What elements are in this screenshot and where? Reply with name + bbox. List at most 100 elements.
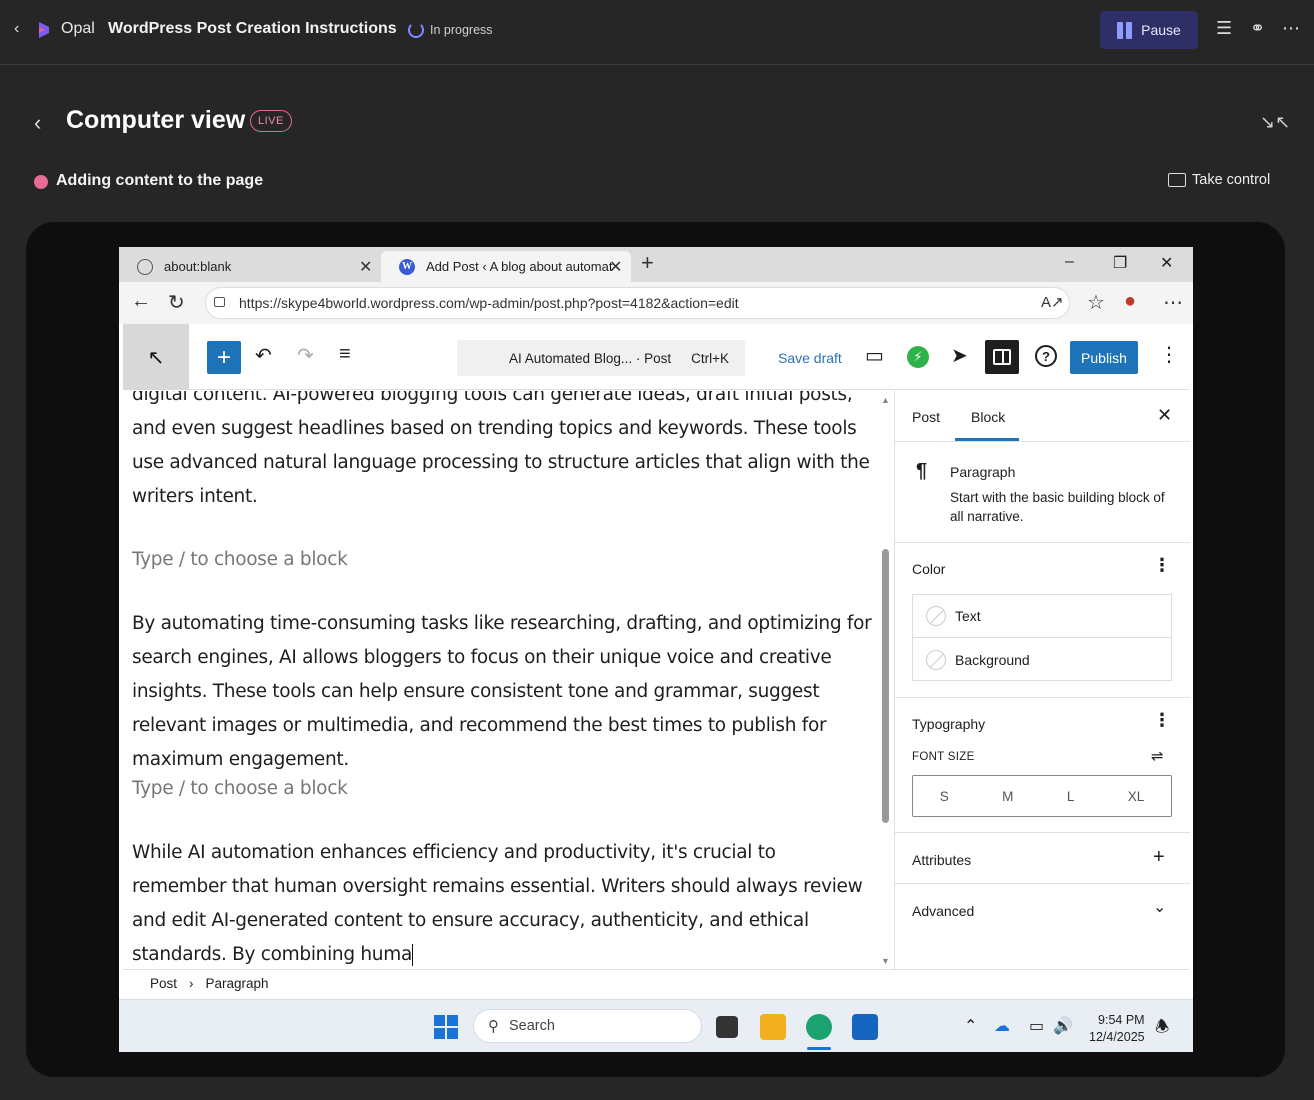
chevron-down-icon[interactable]: ⌄ <box>1153 897 1166 917</box>
paragraph-block[interactable]: digital content. AI-powered blogging too… <box>132 391 872 514</box>
minimize-icon[interactable]: – <box>1065 253 1074 271</box>
typography-section-title[interactable]: Typography <box>912 716 985 732</box>
color-options-icon[interactable]: ⋮ <box>1153 555 1171 576</box>
lock-icon <box>214 297 225 307</box>
read-aloud-icon[interactable]: A↗ <box>1041 293 1064 311</box>
remote-screen[interactable]: about:blank ✕ W Add Post ‹ A blog about … <box>119 247 1193 1052</box>
computer-view-back-icon[interactable]: ‹ <box>34 110 41 136</box>
onedrive-icon[interactable]: ☁ <box>994 1016 1010 1036</box>
new-tab-icon[interactable]: + <box>641 250 654 276</box>
more-options-icon[interactable]: ⋯ <box>1282 18 1300 39</box>
add-block-button[interactable]: + <box>207 341 241 374</box>
progress-spinner-icon <box>408 22 424 38</box>
show-hidden-icon[interactable]: ⌃ <box>964 1016 977 1036</box>
edge-browser-icon[interactable] <box>806 1014 832 1040</box>
text-caret <box>412 944 413 966</box>
scrollbar-thumb[interactable] <box>882 549 889 823</box>
tab-block[interactable]: Block <box>971 409 1005 425</box>
redo-icon[interactable]: ↷ <box>297 343 314 368</box>
scroll-up-icon[interactable]: ▲ <box>881 395 890 405</box>
collapse-icon[interactable]: ↘↖ <box>1260 112 1290 133</box>
font-size-option[interactable]: XL <box>1128 789 1145 804</box>
background-color-option[interactable]: Background <box>913 638 1171 681</box>
settings-sidebar-toggle[interactable] <box>985 340 1019 374</box>
breadcrumb-item[interactable]: Post <box>150 976 177 991</box>
advanced-section-title[interactable]: Advanced <box>912 903 974 919</box>
restore-icon[interactable]: ❐ <box>1113 253 1127 273</box>
profile-icon[interactable]: ● <box>1124 290 1136 313</box>
favorites-icon[interactable]: ☆ <box>1087 290 1105 315</box>
save-draft-button[interactable]: Save draft <box>778 350 842 366</box>
custom-size-icon[interactable]: ⇌ <box>1151 747 1164 765</box>
color-section-title[interactable]: Color <box>912 561 945 577</box>
divider <box>895 832 1190 833</box>
editor-canvas[interactable]: digital content. AI-powered blogging too… <box>123 391 891 969</box>
send-icon[interactable]: ➤ <box>951 343 968 368</box>
scroll-down-icon[interactable]: ▼ <box>881 956 890 966</box>
preview-icon[interactable]: ▭ <box>865 343 884 368</box>
editor-toolbar: ↖ + ↶ ↷ ≡ AI Automated Blog... · Post Ct… <box>123 324 1189 390</box>
active-app-indicator <box>807 1047 831 1050</box>
app-name: Opal <box>61 20 95 37</box>
divider <box>895 697 1190 698</box>
clock-date: 12/4/2025 <box>1089 1030 1145 1044</box>
paragraph-text: While AI automation enhances efficiency … <box>132 842 863 965</box>
typography-options-icon[interactable]: ⋮ <box>1153 710 1171 731</box>
volume-icon[interactable]: 🔊 <box>1053 1016 1073 1036</box>
command-palette-bar[interactable]: AI Automated Blog... · Post Ctrl+K <box>457 340 745 376</box>
notifications-icon[interactable]: 🕭 <box>1155 1016 1169 1043</box>
text-color-option[interactable]: Text <box>913 595 1171 638</box>
font-size-label: FONT SIZE <box>912 751 975 763</box>
browser-tab[interactable]: about:blank ✕ <box>119 251 379 282</box>
file-explorer-icon[interactable] <box>760 1014 786 1040</box>
address-bar[interactable]: https://skype4bworld.wordpress.com/wp-ad… <box>205 287 1070 319</box>
browser-menu-icon[interactable]: ⋯ <box>1163 290 1183 315</box>
empty-block-placeholder[interactable]: Type / to choose a block <box>132 549 348 570</box>
start-windows-icon[interactable] <box>434 1015 458 1039</box>
font-size-option[interactable]: L <box>1067 789 1075 804</box>
url-text: https://skype4bworld.wordpress.com/wp-ad… <box>239 295 739 311</box>
app-header: ‹ Opal WordPress Post Creation Instructi… <box>0 0 1314 65</box>
list-icon[interactable]: ☰ <box>1216 18 1232 39</box>
take-control-button[interactable]: Take control <box>1168 172 1270 188</box>
browser-tab-active[interactable]: W Add Post ‹ A blog about automat ✕ <box>381 251 631 282</box>
taskbar-clock[interactable]: 9:54 PM 12/4/2025 <box>1089 1012 1145 1046</box>
editor-options-icon[interactable]: ⋮ <box>1159 342 1179 367</box>
font-size-option[interactable]: M <box>1002 789 1013 804</box>
tab-post[interactable]: Post <box>912 409 940 425</box>
jetpack-icon[interactable]: ⚡ <box>907 346 929 368</box>
block-description: Start with the basic building block of a… <box>950 490 1165 524</box>
arrow-up-left-icon[interactable]: ↖ <box>123 324 189 390</box>
window-close-icon[interactable]: ✕ <box>1160 253 1173 273</box>
undo-icon[interactable]: ↶ <box>255 343 272 368</box>
refresh-icon[interactable]: ↻ <box>168 290 185 315</box>
task-title: WordPress Post Creation Instructions <box>108 20 397 37</box>
plus-icon[interactable]: + <box>1153 846 1165 869</box>
back-icon[interactable]: ‹ <box>14 20 19 38</box>
publish-button[interactable]: Publish <box>1070 341 1138 374</box>
pause-icon <box>1117 21 1133 39</box>
help-icon[interactable]: ? <box>1035 345 1057 367</box>
activity-dot-icon <box>34 175 48 189</box>
take-control-label: Take control <box>1192 172 1271 188</box>
share-icon[interactable]: ⚭ <box>1250 18 1265 39</box>
paragraph-block[interactable]: By automating time-consuming tasks like … <box>132 607 872 777</box>
font-size-option[interactable]: S <box>940 789 949 804</box>
network-icon[interactable]: ▭ <box>1029 1016 1044 1036</box>
document-overview-icon[interactable]: ≡ <box>339 343 351 366</box>
attributes-section-title[interactable]: Attributes <box>912 852 971 868</box>
pause-button[interactable]: Pause <box>1100 11 1198 49</box>
browser-back-icon[interactable]: ← <box>131 290 151 313</box>
search-placeholder: Search <box>509 1018 555 1034</box>
taskbar-search[interactable]: ⚲ Search <box>473 1009 702 1043</box>
close-tab-icon[interactable]: ✕ <box>609 257 622 277</box>
tab-label: Add Post ‹ A blog about automat <box>426 259 613 274</box>
store-icon[interactable] <box>852 1014 878 1040</box>
globe-icon <box>137 258 153 275</box>
close-tab-icon[interactable]: ✕ <box>359 257 372 277</box>
close-sidebar-icon[interactable]: ✕ <box>1157 405 1172 426</box>
task-view-icon[interactable] <box>716 1016 738 1038</box>
breadcrumb-item[interactable]: Paragraph <box>206 976 269 991</box>
empty-block-placeholder[interactable]: Type / to choose a block <box>132 778 348 799</box>
paragraph-block-active[interactable]: While AI automation enhances efficiency … <box>132 836 872 969</box>
